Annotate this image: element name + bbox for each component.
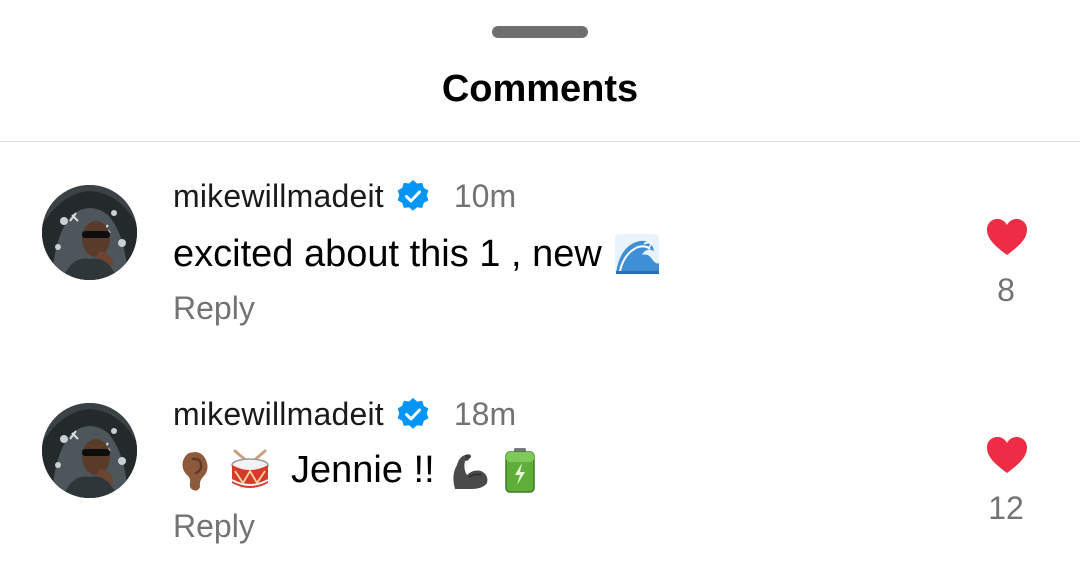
comment-text-row: excited about this 1 , new bbox=[173, 230, 660, 278]
sheet-title: Comments bbox=[441, 68, 639, 110]
heart-icon[interactable] bbox=[985, 217, 1029, 257]
verified-badge-icon bbox=[397, 398, 429, 429]
username[interactable]: mikewillmadeit bbox=[173, 178, 384, 215]
avatar-image bbox=[42, 403, 137, 498]
water-wave-emoji-icon bbox=[614, 234, 659, 274]
avatar-image bbox=[42, 185, 137, 280]
like-count: 8 bbox=[997, 272, 1015, 308]
comment-text-row: Jennie !! bbox=[173, 446, 543, 494]
avatar[interactable] bbox=[42, 185, 137, 280]
ear-emoji-icon bbox=[182, 452, 208, 491]
comment-item: mikewillmadeit 10m excited about this 1 … bbox=[0, 150, 1080, 340]
reply-button[interactable]: Reply bbox=[173, 508, 255, 545]
drum-emoji-icon bbox=[231, 449, 269, 488]
flexed-biceps-emoji-icon bbox=[453, 454, 488, 489]
avatar[interactable] bbox=[42, 403, 137, 498]
drag-handle[interactable] bbox=[492, 26, 588, 38]
comment-header: mikewillmadeit 18m bbox=[173, 394, 516, 434]
header-divider bbox=[0, 141, 1080, 142]
like-count: 12 bbox=[988, 490, 1024, 526]
comment-time: 18m bbox=[453, 395, 517, 432]
reply-button[interactable]: Reply bbox=[173, 290, 255, 327]
username[interactable]: mikewillmadeit bbox=[173, 396, 384, 433]
comment-text: excited about this 1 , new bbox=[173, 232, 602, 275]
verified-badge-icon bbox=[397, 180, 429, 211]
comment-time: 10m bbox=[453, 177, 517, 214]
comments-sheet: Comments mikewillmadeit 10m excited abou… bbox=[0, 0, 1080, 573]
heart-icon[interactable] bbox=[985, 435, 1029, 475]
battery-emoji-icon bbox=[504, 448, 535, 493]
comment-text: Jennie !! bbox=[291, 448, 435, 491]
comment-item: mikewillmadeit 18m Jennie !! Reply 12 bbox=[0, 368, 1080, 558]
comment-header: mikewillmadeit 10m bbox=[173, 176, 516, 216]
